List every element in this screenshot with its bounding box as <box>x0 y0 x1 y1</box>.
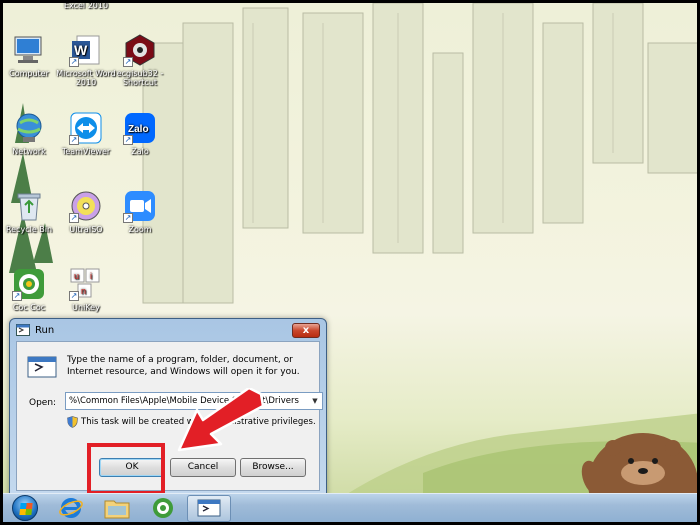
desktop-icon-word[interactable]: W ↗ Microsoft Word 2010 <box>56 33 116 87</box>
unikey-letter-i: i <box>90 271 92 281</box>
screenshot-frame: Excel 2010 Computer W ↗ Microsoft Word 2… <box>0 0 700 525</box>
uac-shield-icon <box>67 416 78 428</box>
zoom-icon: ↗ <box>123 189 157 223</box>
shortcut-arrow-icon: ↗ <box>123 213 133 223</box>
teamviewer-icon: ↗ <box>69 111 103 145</box>
run-dialog-titlebar[interactable]: Run <box>10 319 326 341</box>
desktop-icon-ecgisub[interactable]: ↗ ecgisub32 - Shortcut <box>110 33 170 87</box>
browse-button[interactable]: Browse... <box>240 458 306 477</box>
start-button[interactable] <box>3 495 47 522</box>
run-icon <box>16 324 30 336</box>
network-icon <box>12 111 46 145</box>
desktop-icon-zalo[interactable]: Zalo ↗ Zalo <box>110 111 170 156</box>
taskbar <box>3 493 697 522</box>
desktop-icon-label: ecgisub32 - Shortcut <box>116 69 164 87</box>
run-dialog: Run x Type the name of a program, folder… <box>9 318 327 498</box>
shortcut-arrow-icon: ↗ <box>69 135 79 145</box>
run-window-icon <box>197 499 221 517</box>
chevron-down-icon[interactable]: ▼ <box>310 394 320 408</box>
desktop-icon-label: Recycle Bin <box>5 225 53 234</box>
cancel-button[interactable]: Cancel <box>170 458 236 477</box>
computer-icon <box>12 33 46 67</box>
desktop-icon-label: UltraISO <box>69 225 103 234</box>
run-dialog-title: Run <box>35 324 55 336</box>
desktop-icon-label: Microsoft Word 2010 <box>56 69 116 87</box>
shortcut-arrow-icon: ↗ <box>69 291 79 301</box>
windows-logo-icon <box>12 495 38 521</box>
taskbar-internet-explorer[interactable] <box>49 495 93 522</box>
unikey-letter-u: u <box>74 271 79 281</box>
internet-explorer-icon <box>59 498 83 518</box>
desktop-icon-recycle-bin[interactable]: Recycle Bin <box>3 189 59 234</box>
shortcut-arrow-icon: ↗ <box>123 135 133 145</box>
desktop-icon-label: UniKey <box>72 303 100 312</box>
ecgisub-icon: ↗ <box>123 33 157 67</box>
close-button[interactable]: x <box>292 323 320 338</box>
desktop-icon-label: Coc Coc <box>12 303 46 312</box>
unikey-icon: u i n ↗ <box>69 267 103 301</box>
taskbar-file-explorer[interactable] <box>95 495 139 522</box>
run-description: Type the name of a program, folder, docu… <box>67 355 300 377</box>
word-icon: W ↗ <box>69 33 103 67</box>
ultraiso-icon: ↗ <box>69 189 103 223</box>
svg-text:W: W <box>74 42 88 58</box>
desktop-icon-teamviewer[interactable]: ↗ TeamViewer <box>56 111 116 156</box>
taskbar-coccoc[interactable] <box>141 495 185 522</box>
desktop-icon-label: Zalo <box>131 147 149 156</box>
shortcut-arrow-icon: ↗ <box>123 57 133 67</box>
run-program-icon <box>27 356 57 378</box>
desktop-icon-excel[interactable]: Excel 2010 <box>56 1 116 10</box>
desktop-icon-label: Zoom <box>128 225 152 234</box>
svg-text:Zalo: Zalo <box>128 124 149 135</box>
desktop-icon-ultraiso[interactable]: ↗ UltraISO <box>56 189 116 234</box>
recycle-bin-icon <box>12 189 46 223</box>
desktop-icon-computer[interactable]: Computer <box>3 33 59 78</box>
desktop-icon-label: TeamViewer <box>61 147 111 156</box>
desktop-icon-zoom[interactable]: ↗ Zoom <box>110 189 170 234</box>
desktop-icon-coccoc[interactable]: ↗ Coc Coc <box>3 267 59 312</box>
desktop-icon-label: Excel 2010 <box>63 1 109 10</box>
open-label: Open: <box>29 398 57 408</box>
run-dialog-body: Type the name of a program, folder, docu… <box>16 341 323 491</box>
unikey-letter-n: n <box>81 286 86 296</box>
desktop-icon-label: Computer <box>9 69 49 78</box>
ok-button-highlight-box <box>87 443 165 495</box>
shortcut-arrow-icon: ↗ <box>69 213 79 223</box>
file-explorer-icon <box>104 500 130 519</box>
desktop-icon-unikey[interactable]: u i n ↗ UniKey <box>56 267 116 312</box>
coccoc-icon: ↗ <box>12 267 46 301</box>
shortcut-arrow-icon: ↗ <box>69 57 79 67</box>
taskbar-run-window[interactable] <box>187 494 231 522</box>
red-arrow-icon <box>177 388 265 452</box>
zalo-icon: Zalo ↗ <box>123 111 157 145</box>
shortcut-arrow-icon: ↗ <box>12 291 22 301</box>
coccoc-icon <box>153 498 173 518</box>
desktop-icon-label: Network <box>12 147 46 156</box>
desktop-icon-network[interactable]: Network <box>3 111 59 156</box>
